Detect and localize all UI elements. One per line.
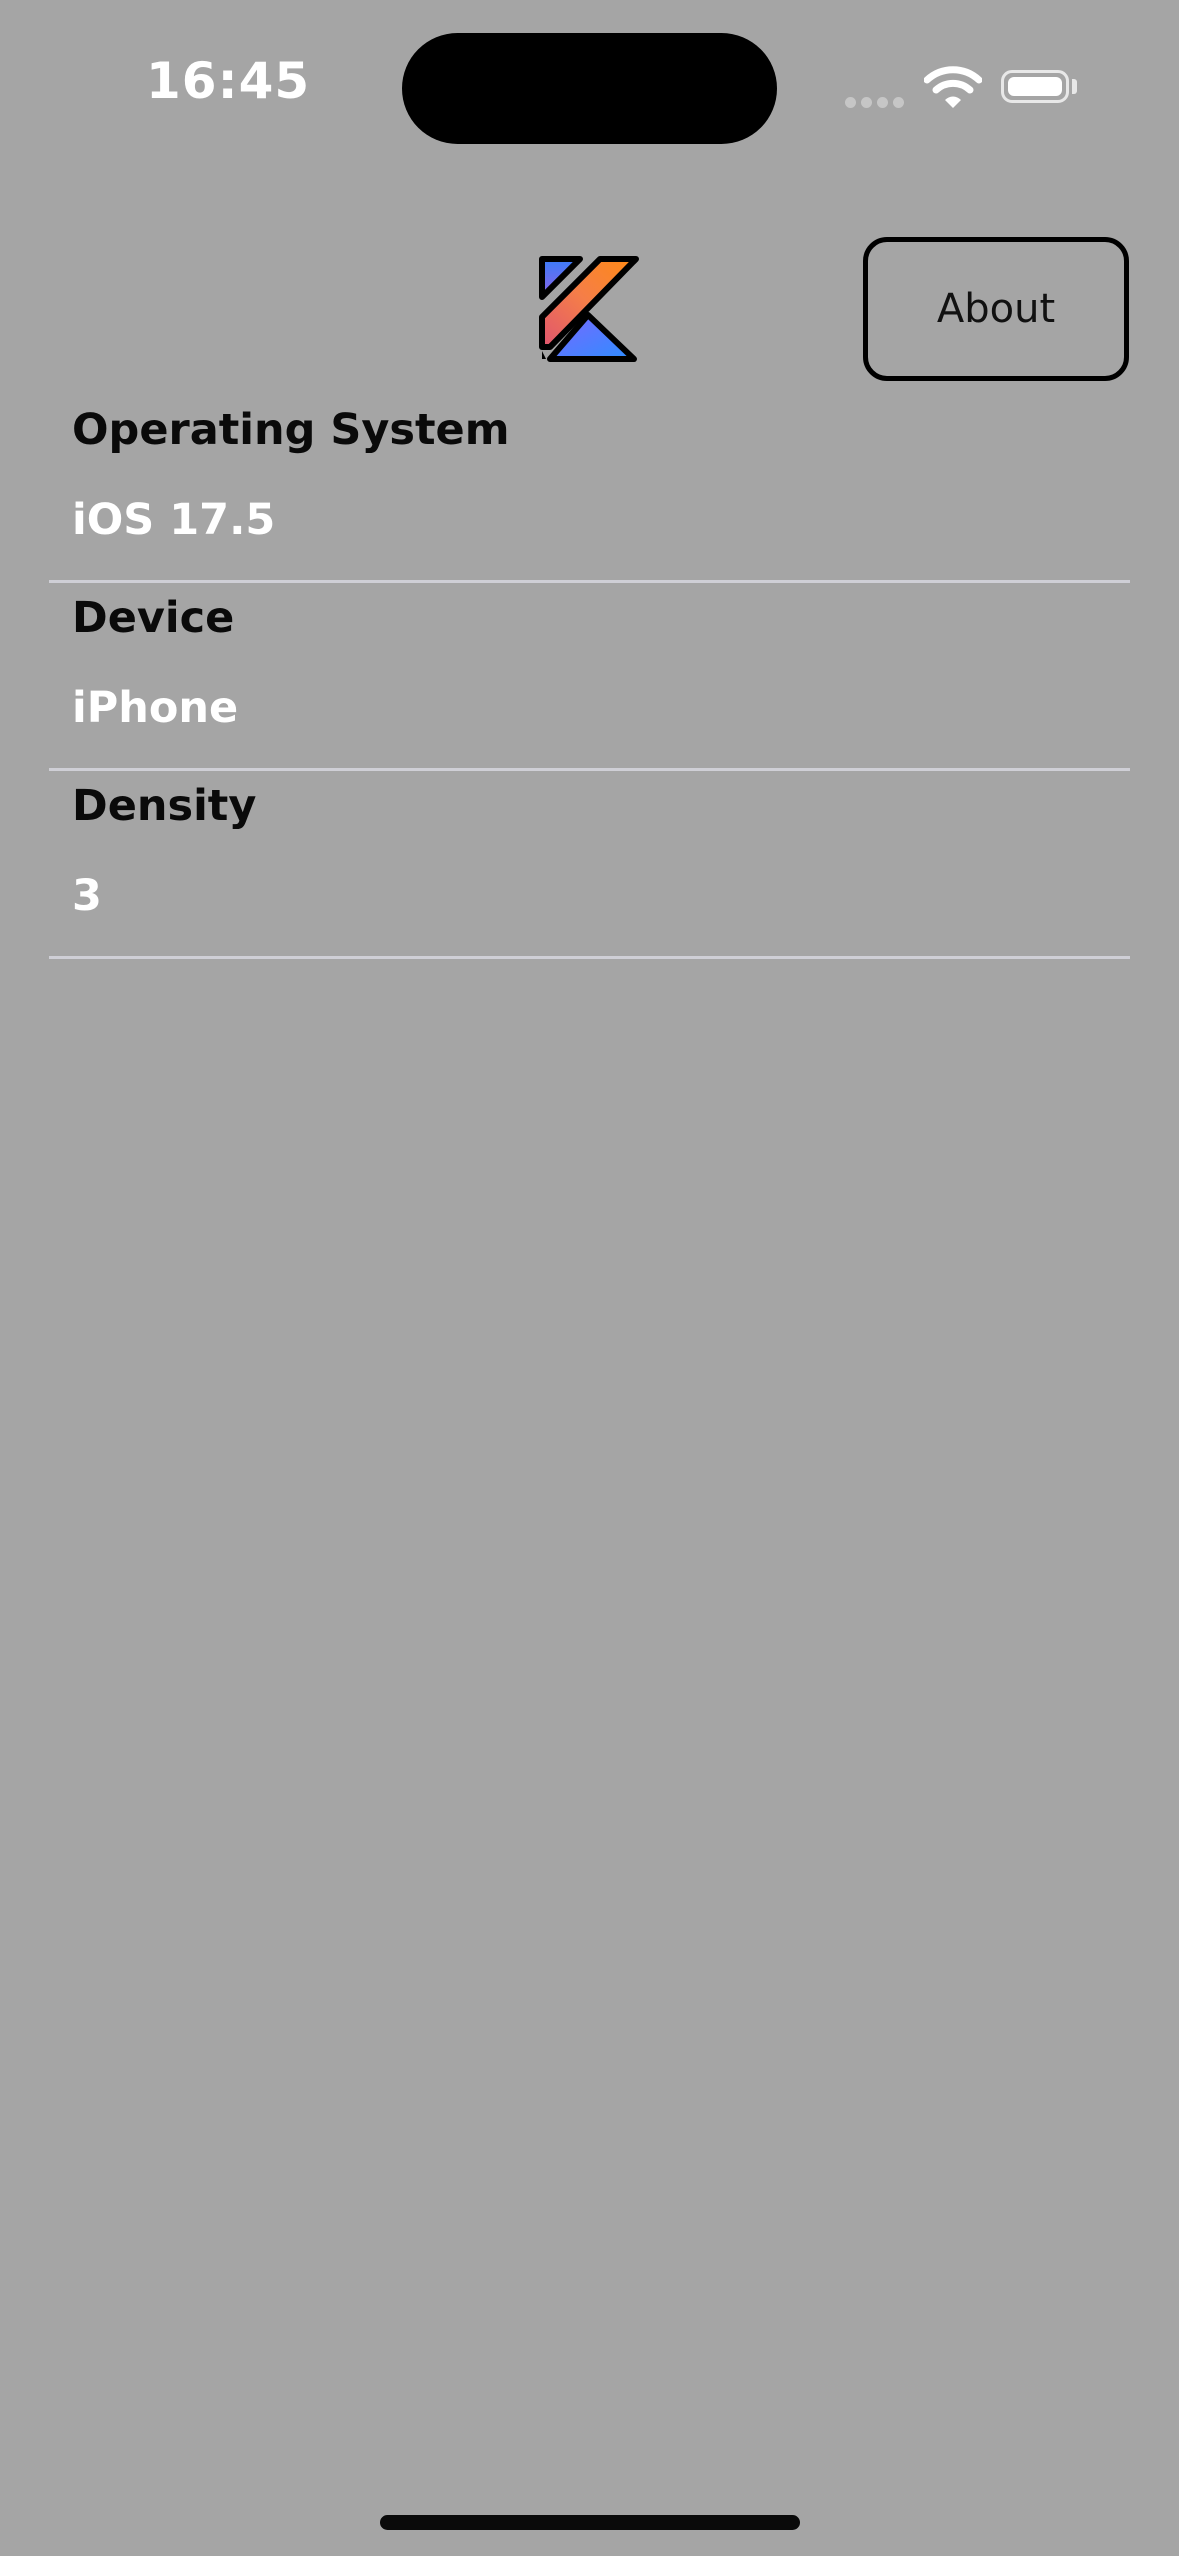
row-label: Device xyxy=(72,593,235,643)
status-time: 16:45 xyxy=(146,52,311,110)
kotlin-logo-icon xyxy=(539,256,639,362)
dynamic-island xyxy=(402,33,777,144)
device-info-list: Operating System iOS 17.5 Device iPhone … xyxy=(49,395,1130,959)
wifi-icon xyxy=(924,66,982,108)
battery-tip xyxy=(1072,79,1077,94)
row-value: 3 xyxy=(72,871,102,921)
row-value: iPhone xyxy=(72,683,239,733)
row-label: Operating System xyxy=(72,405,510,455)
about-button[interactable]: About xyxy=(863,237,1129,381)
row-label: Density xyxy=(72,781,257,831)
list-item-density: Density 3 xyxy=(49,771,1130,959)
row-value: iOS 17.5 xyxy=(72,495,276,545)
list-item-operating-system: Operating System iOS 17.5 xyxy=(49,395,1130,583)
battery-icon xyxy=(1001,70,1069,103)
home-indicator[interactable] xyxy=(380,2515,800,2530)
cellular-signal-icon xyxy=(845,93,909,112)
list-item-device: Device iPhone xyxy=(49,583,1130,771)
